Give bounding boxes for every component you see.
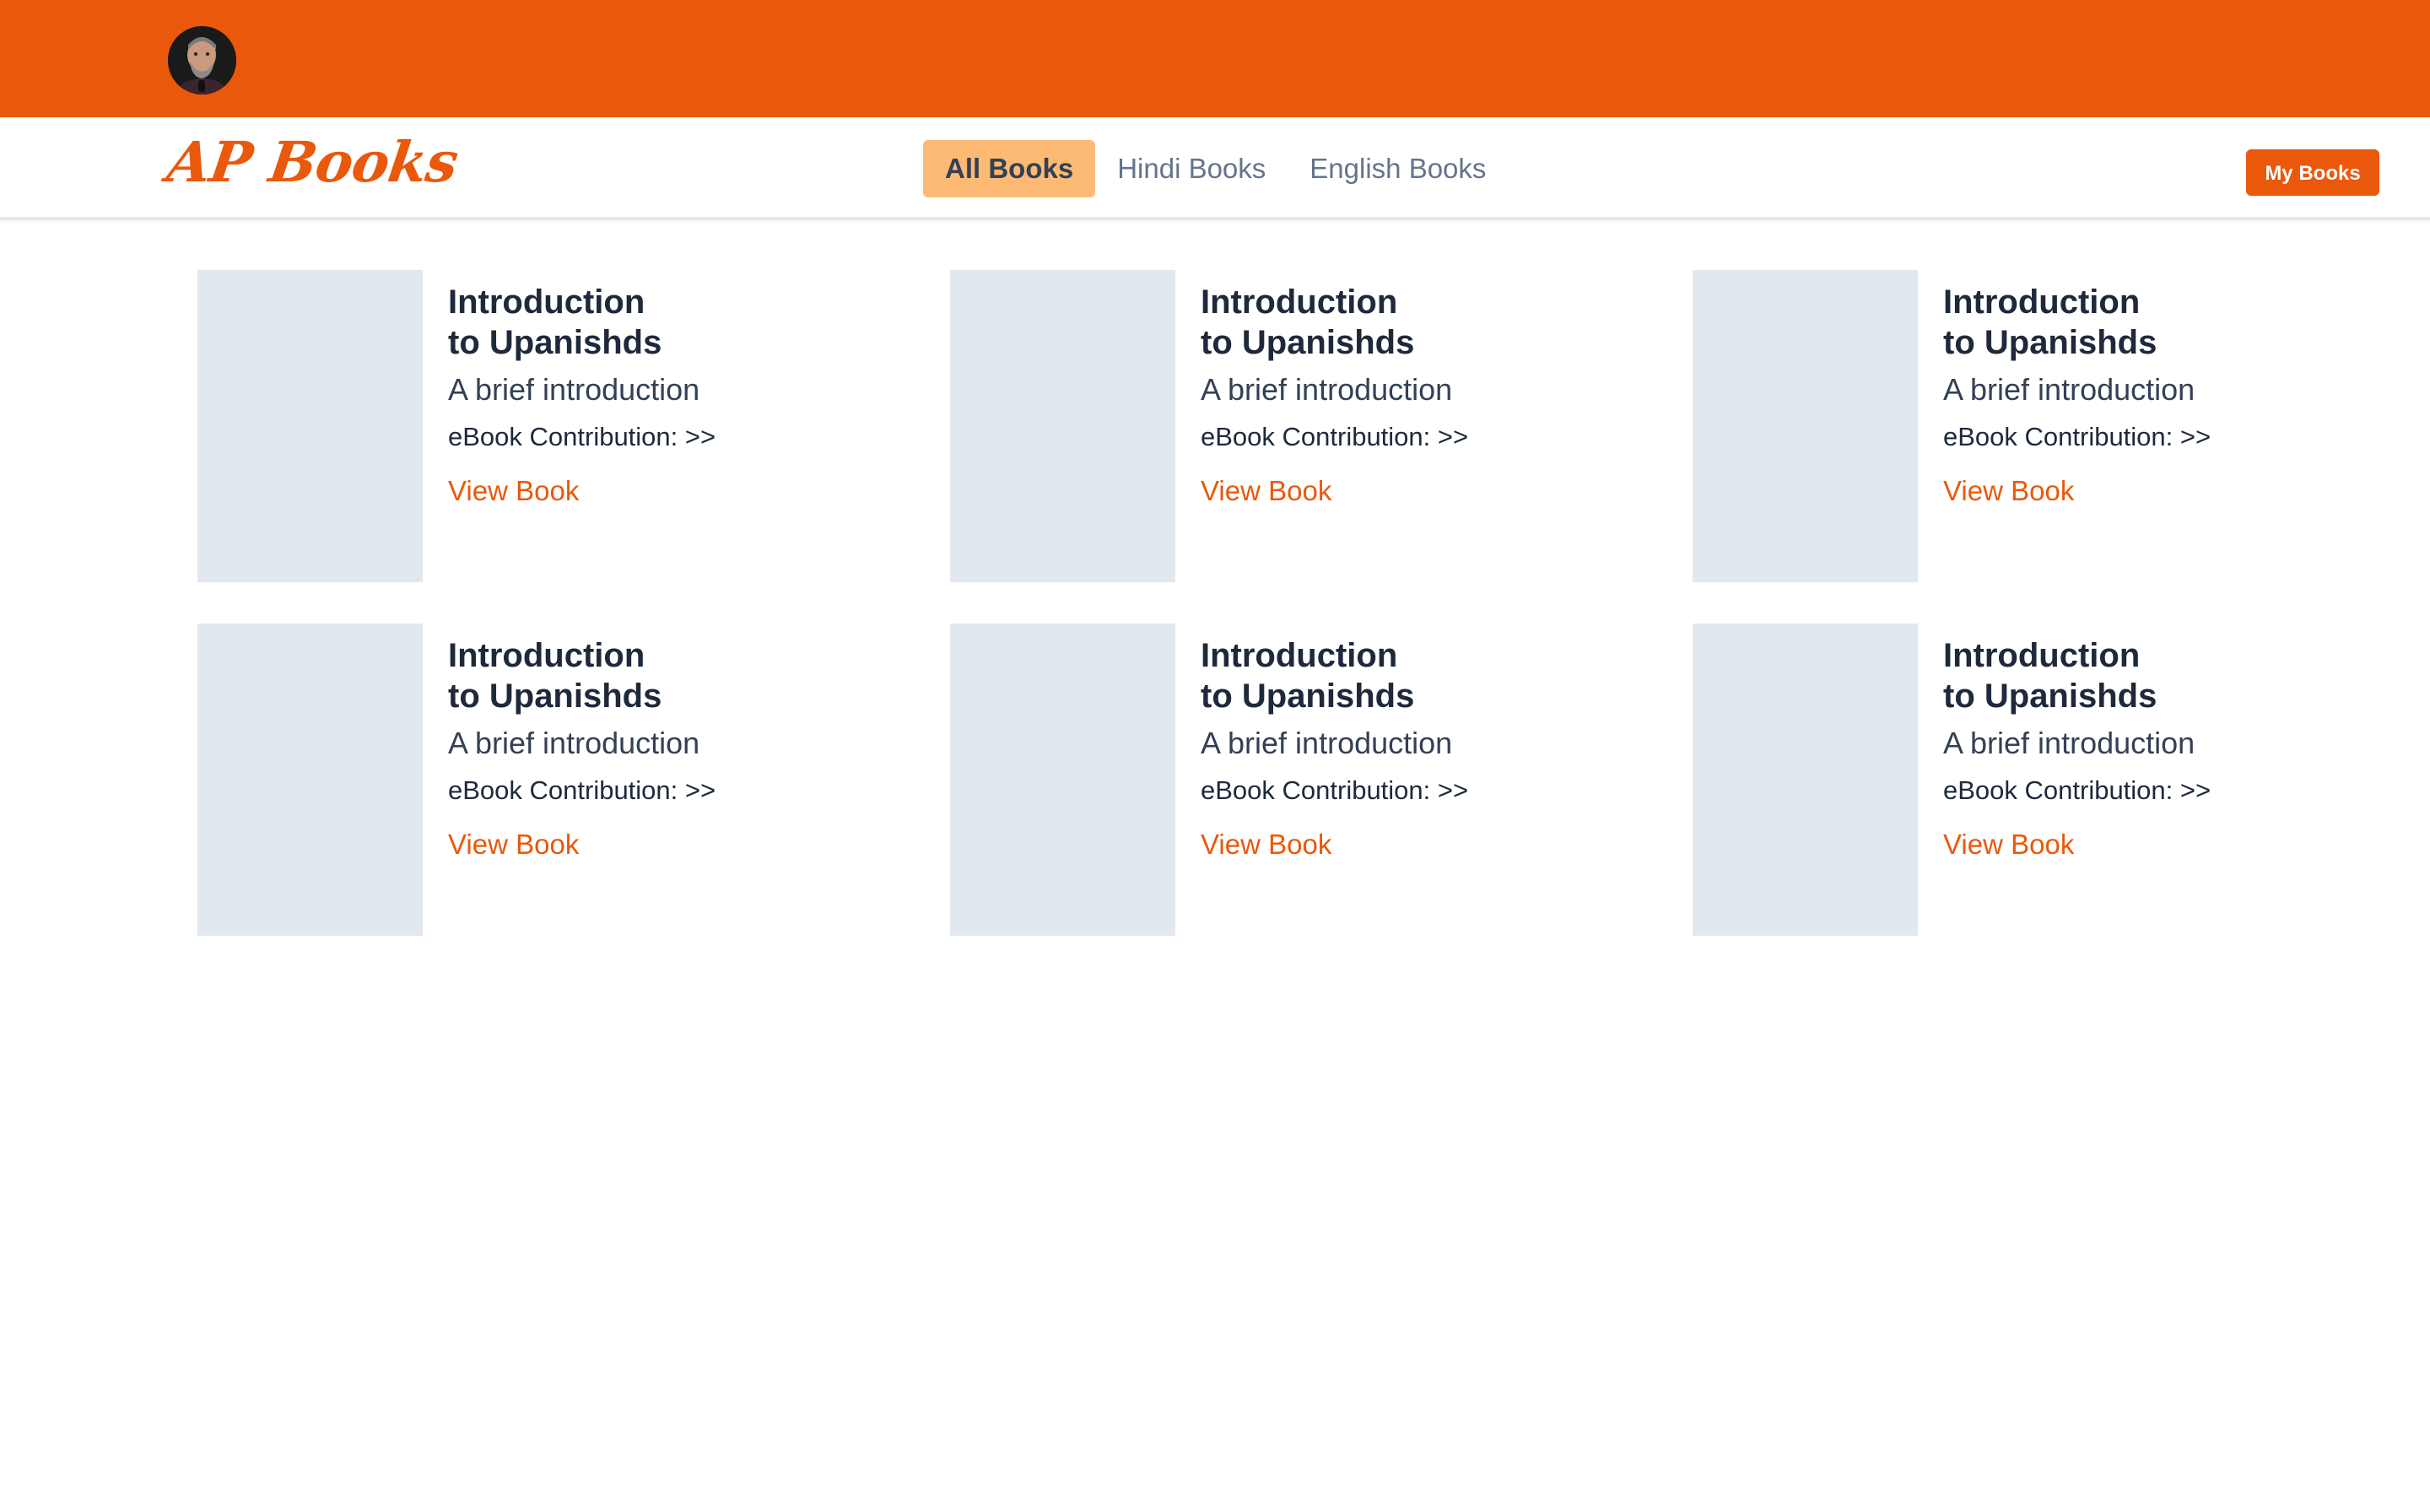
- top-bar: [0, 0, 2430, 117]
- view-book-link[interactable]: View Book: [1201, 828, 1331, 861]
- book-card: Introduction to Upanishds A brief introd…: [1693, 270, 2368, 582]
- book-subtitle: A brief introduction: [1943, 726, 2195, 760]
- ebook-contribution-link[interactable]: eBook Contribution: >>: [1943, 774, 2348, 807]
- book-title-line2: to Upanishds: [1943, 324, 2157, 361]
- book-title: Introduction to Upanishds: [1943, 282, 2348, 363]
- view-book-link[interactable]: View Book: [448, 474, 579, 508]
- ebook-contribution-link[interactable]: eBook Contribution: >>: [1201, 420, 1606, 454]
- book-title: Introduction to Upanishds: [1943, 635, 2348, 716]
- site-logo[interactable]: AP Books: [164, 129, 462, 195]
- book-card: Introduction to Upanishds A brief introd…: [197, 270, 872, 582]
- tab-all-books[interactable]: All Books: [923, 140, 1096, 197]
- book-subtitle: A brief introduction: [448, 726, 700, 760]
- view-book-link[interactable]: View Book: [1201, 474, 1331, 508]
- ebook-contribution-link[interactable]: eBook Contribution: >>: [1201, 774, 1606, 807]
- book-title-line2: to Upanishds: [1201, 678, 1415, 715]
- my-books-button[interactable]: My Books: [2246, 149, 2379, 196]
- book-title-line1: Introduction: [1201, 284, 1398, 321]
- book-title-line1: Introduction: [1943, 284, 2141, 321]
- book-title: Introduction to Upanishds: [448, 282, 853, 363]
- book-title-line1: Introduction: [1201, 637, 1398, 674]
- view-book-link[interactable]: View Book: [448, 828, 579, 861]
- book-title-line1: Introduction: [448, 637, 645, 674]
- book-cover[interactable]: [197, 270, 423, 582]
- book-title-line2: to Upanishds: [448, 678, 662, 715]
- book-title: Introduction to Upanishds: [448, 635, 853, 716]
- book-cover[interactable]: [950, 624, 1175, 936]
- book-subtitle: A brief introduction: [1943, 372, 2195, 407]
- book-title: Introduction to Upanishds: [1201, 635, 1606, 716]
- book-card: Introduction to Upanishds A brief introd…: [950, 624, 1625, 936]
- navbar: AP Books All Books Hindi Books English B…: [0, 117, 2430, 220]
- book-subtitle: A brief introduction: [1201, 372, 1453, 407]
- view-book-link[interactable]: View Book: [1943, 474, 2074, 508]
- view-book-link[interactable]: View Book: [1943, 828, 2074, 861]
- book-cover[interactable]: [1693, 624, 1918, 936]
- tab-english-books[interactable]: English Books: [1288, 140, 1508, 197]
- ebook-contribution-link[interactable]: eBook Contribution: >>: [448, 420, 853, 454]
- book-card: Introduction to Upanishds A brief introd…: [1693, 624, 2368, 936]
- book-filter-tabs: All Books Hindi Books English Books: [923, 140, 1508, 197]
- user-avatar-icon: [168, 26, 236, 94]
- book-cover[interactable]: [197, 624, 423, 936]
- tab-hindi-books[interactable]: Hindi Books: [1095, 140, 1288, 197]
- book-subtitle: A brief introduction: [448, 372, 700, 407]
- ebook-contribution-link[interactable]: eBook Contribution: >>: [448, 774, 853, 807]
- book-subtitle: A brief introduction: [1201, 726, 1453, 760]
- book-title-line2: to Upanishds: [1201, 324, 1415, 361]
- book-cover[interactable]: [950, 270, 1175, 582]
- book-title-line1: Introduction: [1943, 637, 2141, 674]
- ebook-contribution-link[interactable]: eBook Contribution: >>: [1943, 420, 2348, 454]
- book-title-line2: to Upanishds: [448, 324, 662, 361]
- book-card: Introduction to Upanishds A brief introd…: [950, 270, 1625, 582]
- book-title: Introduction to Upanishds: [1201, 282, 1606, 363]
- book-card: Introduction to Upanishds A brief introd…: [197, 624, 872, 936]
- book-title-line2: to Upanishds: [1943, 678, 2157, 715]
- book-title-line1: Introduction: [448, 284, 645, 321]
- book-cover[interactable]: [1693, 270, 1918, 582]
- avatar[interactable]: [168, 26, 236, 94]
